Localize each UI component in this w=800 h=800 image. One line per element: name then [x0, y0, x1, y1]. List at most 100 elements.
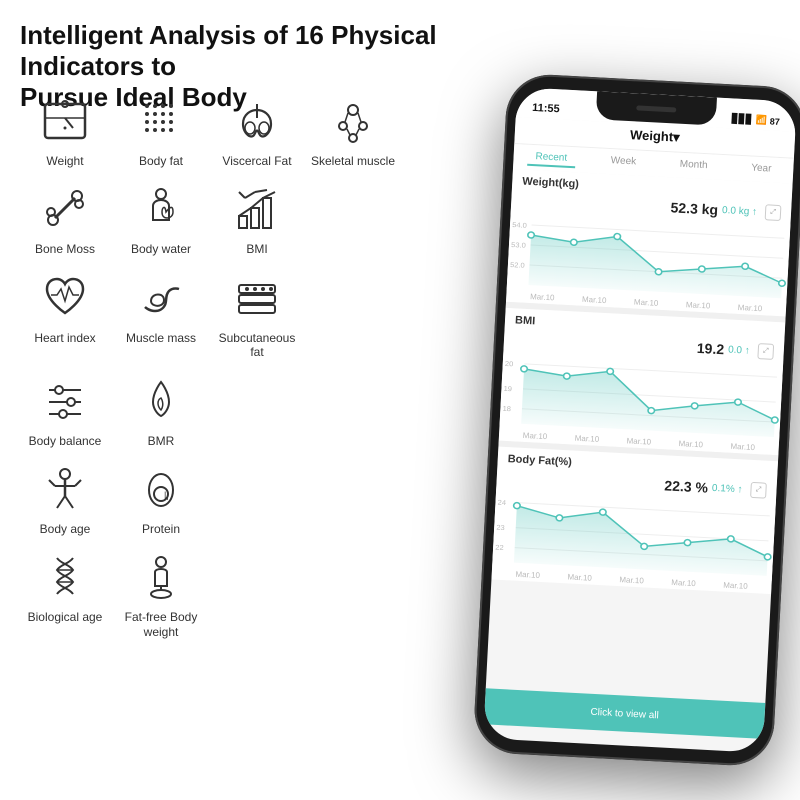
svg-text:53.0: 53.0 [511, 240, 526, 249]
weight-chart-svg: 54.0 53.0 52.0 [507, 209, 791, 304]
wifi-icon: 📶 [755, 115, 767, 127]
biological-age-icon [41, 552, 89, 600]
fat-free-icon [137, 552, 185, 600]
skeletal-muscle-icon [329, 96, 377, 144]
tab-year[interactable]: Year [743, 160, 780, 179]
battery-level: 87 [770, 116, 781, 127]
bmi-value: 19.2 [696, 340, 724, 357]
icon-skeletal-muscle: Skeletal muscle [308, 90, 398, 168]
icon-body-balance: Body balance [20, 370, 110, 448]
body-fat-chart-area: 24 23 22 [492, 487, 776, 582]
body-fat-section: Body Fat(%) 22.3 % 0.1% ↑ ⤢ [491, 447, 778, 594]
status-time: 11:55 [532, 102, 560, 115]
left-panel: Weight [20, 90, 410, 639]
heart-index-label: Heart index [34, 331, 95, 345]
icon-empty4 [308, 370, 398, 448]
svg-text:52.0: 52.0 [510, 260, 525, 269]
biological-age-label: Biological age [28, 610, 103, 624]
skeletal-muscle-label: Skeletal muscle [311, 154, 395, 168]
bottom-bar-text: Click to view all [590, 706, 659, 721]
bmi-delta: 0.0 ↑ [728, 344, 750, 356]
icons-grid: Weight [20, 90, 410, 639]
bottom-bar[interactable]: Click to view all [484, 688, 766, 739]
visceral-fat-label: Viscercal Fat [222, 154, 291, 168]
bmr-icon [137, 376, 185, 424]
icon-bmi: BMI [212, 178, 302, 256]
bone-moss-label: Bone Moss [35, 242, 95, 256]
icon-biological-age: Biological age [20, 546, 110, 639]
weight-value: 52.3 kg [670, 199, 718, 217]
bmr-label: BMR [148, 434, 175, 448]
svg-text:19: 19 [503, 384, 512, 393]
bmi-expand[interactable]: ⤢ [757, 343, 774, 360]
subcutaneous-fat-label: Subcutaneous fat [212, 331, 302, 360]
svg-text:20: 20 [505, 359, 514, 368]
bmi-label: BMI [246, 242, 267, 256]
svg-text:18: 18 [502, 404, 511, 413]
fat-free-label: Fat-free Body weight [116, 610, 206, 639]
phone-outer: 11:55 ▊▊▊ 📶 87 Weight▾ Recent Week Month [472, 73, 800, 768]
tab-month[interactable]: Month [671, 156, 716, 175]
icon-bone-moss: Bone Moss [20, 178, 110, 256]
icon-muscle-mass: Muscle mass [116, 267, 206, 360]
bone-moss-icon [41, 184, 89, 232]
icon-visceral-fat: Viscercal Fat [212, 90, 302, 168]
svg-text:24: 24 [497, 498, 506, 507]
weight-label: Weight [46, 154, 83, 168]
subcutaneous-fat-icon [233, 273, 281, 321]
body-water-label: Body water [131, 242, 191, 256]
muscle-mass-icon [137, 273, 185, 321]
svg-text:54.0: 54.0 [512, 220, 527, 229]
notch-speaker [636, 105, 676, 112]
weight-expand[interactable]: ⤢ [765, 204, 782, 221]
svg-text:||: || [164, 490, 169, 500]
status-icons: ▊▊▊ 📶 87 [732, 113, 781, 126]
tab-recent[interactable]: Recent [527, 149, 576, 168]
body-fat-label: Body fat [139, 154, 183, 168]
icon-empty2 [308, 267, 398, 360]
headline-line1: Intelligent Analysis of 16 Physical Indi… [20, 20, 437, 81]
weight-section: Weight(kg) 52.3 kg 0.0 kg ↑ ⤢ [506, 169, 793, 316]
icon-heart-index: Heart index [20, 267, 110, 360]
icon-body-age: Body age [20, 458, 110, 536]
heart-index-icon [41, 273, 89, 321]
body-fat-value: 22.3 % [664, 477, 708, 495]
body-fat-chart-svg: 24 23 22 [492, 487, 776, 582]
body-fat-icon [137, 96, 185, 144]
icon-fat-free: Fat-free Body weight [116, 546, 206, 639]
icon-empty3 [212, 370, 302, 448]
icon-empty1 [308, 178, 398, 256]
body-balance-label: Body balance [29, 434, 102, 448]
body-age-icon [41, 464, 89, 512]
signal-icon: ▊▊▊ [732, 113, 753, 125]
icon-protein: || Protein [116, 458, 206, 536]
icon-bmr: BMR [116, 370, 206, 448]
icon-subcutaneous-fat: Subcutaneous fat [212, 267, 302, 360]
tab-week[interactable]: Week [602, 153, 644, 172]
body-fat-delta: 0.1% ↑ [712, 482, 743, 495]
bmi-chart-svg: 20 19 18 [499, 348, 783, 443]
body-water-icon [137, 184, 185, 232]
bmi-section: BMI 19.2 0.0 ↑ ⤢ [499, 308, 786, 455]
icon-empty5 [212, 458, 302, 536]
phone-wrapper: 11:55 ▊▊▊ 📶 87 Weight▾ Recent Week Month [470, 80, 800, 780]
icon-empty6 [308, 458, 398, 536]
weight-chart-area: 54.0 53.0 52.0 [507, 209, 791, 304]
icon-body-water: Body water [116, 178, 206, 256]
body-balance-icon [41, 376, 89, 424]
bmi-icon [233, 184, 281, 232]
bmi-chart-area: 20 19 18 [499, 348, 783, 443]
muscle-mass-label: Muscle mass [126, 331, 196, 345]
icon-weight: Weight [20, 90, 110, 168]
body-age-label: Body age [40, 522, 91, 536]
body-fat-expand[interactable]: ⤢ [750, 482, 767, 499]
protein-icon: || [137, 464, 185, 512]
page-wrapper: Intelligent Analysis of 16 Physical Indi… [0, 0, 800, 800]
weight-delta: 0.0 kg ↑ [722, 205, 758, 218]
visceral-fat-icon [233, 96, 281, 144]
icon-body-fat: Body fat [116, 90, 206, 168]
phone-screen: 11:55 ▊▊▊ 📶 87 Weight▾ Recent Week Month [483, 87, 797, 753]
svg-text:23: 23 [496, 523, 505, 532]
weight-icon [41, 96, 89, 144]
svg-text:22: 22 [495, 543, 504, 552]
